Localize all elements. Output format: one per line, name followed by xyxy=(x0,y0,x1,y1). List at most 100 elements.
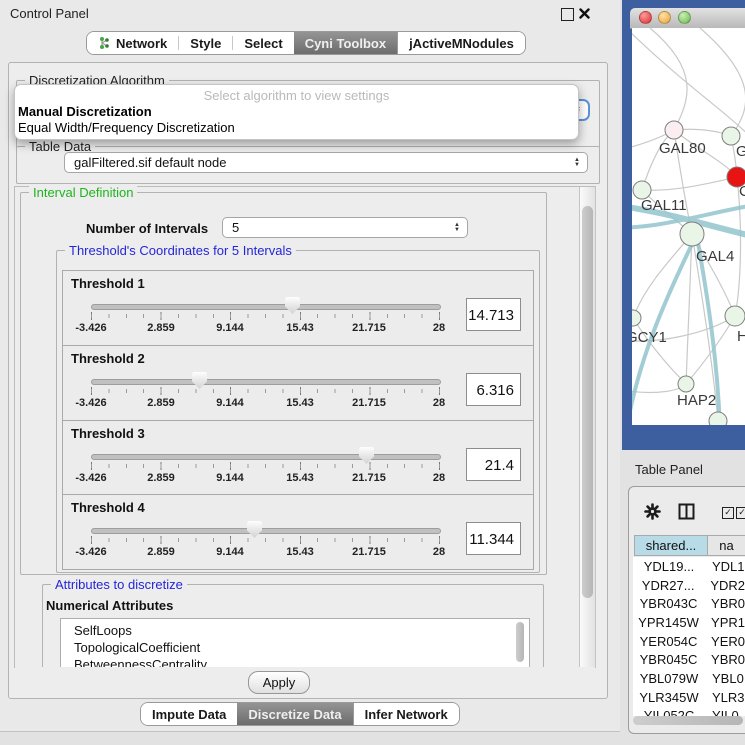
table-row[interactable]: YBR043CYBR0 xyxy=(633,594,745,613)
settings-scrollbar-thumb[interactable] xyxy=(582,206,593,598)
tab-style[interactable]: Style xyxy=(179,32,232,54)
threshold-2-value-field[interactable]: 6.316 xyxy=(466,373,521,406)
table-row[interactable]: YDR27...YDR2 xyxy=(633,576,745,595)
node-hap2[interactable] xyxy=(678,376,694,392)
tick-label: 2.859 xyxy=(147,472,175,484)
node-gal4[interactable] xyxy=(680,222,704,246)
threshold-2-slider-track[interactable] xyxy=(91,379,441,385)
threshold-panel-3: Threshold 3 -3.426 2.859 9.144 15.43 21.… xyxy=(62,420,534,496)
column-view-icon[interactable] xyxy=(678,503,695,520)
threshold-1-slider-track[interactable] xyxy=(91,304,441,310)
node-table[interactable]: YDL19...YDL1 YDR27...YDR2 YBR043CYBR0 YP… xyxy=(633,557,745,716)
window-title: Control Panel xyxy=(10,6,89,21)
cell: YPR1 xyxy=(704,615,745,630)
cell: YDL19... xyxy=(633,559,705,574)
threshold-4-value-field[interactable]: 11.344 xyxy=(466,522,521,555)
cell: YBR0 xyxy=(704,652,745,667)
tick-label: -3.426 xyxy=(75,322,106,334)
table-data-combo[interactable]: galFiltered.sif default node ▲▼ xyxy=(64,152,588,173)
tick-label: 15.43 xyxy=(286,546,314,558)
tab-jactivemnodules[interactable]: jActiveMNodules xyxy=(397,32,525,54)
threshold-1-value-field[interactable]: 14.713 xyxy=(466,298,521,331)
tick-label: 15.43 xyxy=(286,472,314,484)
tab-discretize-label: Discretize Data xyxy=(248,707,341,722)
threshold-3-label: Threshold 3 xyxy=(71,426,145,441)
table-row[interactable]: YBL079WYBL0 xyxy=(633,669,745,688)
column-header-shared-name[interactable]: shared... xyxy=(634,535,708,556)
cell: YLR3 xyxy=(705,690,745,705)
node-partial-bottom[interactable] xyxy=(709,412,727,425)
tab-jactive-label: jActiveMNodules xyxy=(409,36,514,51)
algorithm-dropdown-popup: Select algorithm to view settings Manual… xyxy=(14,84,579,140)
apply-button[interactable]: Apply xyxy=(248,671,310,694)
numerical-attributes-list[interactable]: SelfLoops TopologicalCoefficient Between… xyxy=(60,618,530,669)
tab-infer-network[interactable]: Infer Network xyxy=(353,703,459,725)
tick-label: 9.144 xyxy=(216,546,244,558)
node-h[interactable] xyxy=(725,306,745,326)
node-gal80[interactable] xyxy=(665,121,683,139)
bottom-tab-bar: Impute Data Discretize Data Infer Networ… xyxy=(140,702,460,726)
apply-button-label: Apply xyxy=(263,675,296,690)
tab-impute-data[interactable]: Impute Data xyxy=(141,703,237,725)
tab-network[interactable]: Network xyxy=(87,32,178,54)
table-row[interactable]: YBR045CYBR0 xyxy=(633,650,745,669)
slider-ticks xyxy=(91,314,441,318)
tick-label: -3.426 xyxy=(75,472,106,484)
algorithm-item-equal-width[interactable]: Equal Width/Frequency Discretization xyxy=(18,120,235,135)
attributes-group-label: Attributes to discretize xyxy=(51,577,187,592)
table-horizontal-scrollbar[interactable] xyxy=(633,716,743,725)
close-traffic-light-icon[interactable] xyxy=(639,11,652,24)
node-gcy1[interactable] xyxy=(632,310,641,326)
tick-label: 21.715 xyxy=(352,472,386,484)
tick-label: 2.859 xyxy=(147,546,175,558)
tab-discretize-data[interactable]: Discretize Data xyxy=(237,703,352,725)
table-row[interactable]: YDL19...YDL1 xyxy=(633,557,745,576)
threshold-panel-2: Threshold 2 -3.426 2.859 9.144 15.43 21.… xyxy=(62,345,534,421)
table-row[interactable]: YER054CYER0 xyxy=(633,632,745,651)
threshold-3-slider-track[interactable] xyxy=(91,454,441,460)
number-of-intervals-label: Number of Intervals xyxy=(86,221,208,236)
threshold-4-slider-track[interactable] xyxy=(91,528,441,534)
tab-cyni-toolbox[interactable]: Cyni Toolbox xyxy=(294,32,397,54)
table-row[interactable]: YIL052CYIL0 xyxy=(633,707,745,717)
cell: YER054C xyxy=(633,634,704,649)
tab-style-label: Style xyxy=(190,36,221,51)
tick-label: 21.715 xyxy=(352,546,386,558)
number-of-intervals-combo[interactable]: 5 ▲▼ xyxy=(222,217,468,238)
node-label: GAL11 xyxy=(641,197,687,214)
node-label: C xyxy=(739,183,745,200)
algorithm-prompt-item: Select algorithm to view settings xyxy=(15,88,578,103)
tab-network-label: Network xyxy=(116,36,167,51)
stepper-arrows-icon: ▲▼ xyxy=(454,223,460,233)
column-header-name[interactable]: na xyxy=(707,535,745,556)
zoom-traffic-light-icon[interactable] xyxy=(678,11,691,24)
float-window-icon[interactable] xyxy=(561,8,574,21)
tab-select[interactable]: Select xyxy=(233,32,293,54)
cell: YBR045C xyxy=(633,652,704,667)
tick-label: 21.715 xyxy=(352,397,386,409)
threshold-panel-1: Threshold 1 -3.426 2.859 9.144 15.43 21.… xyxy=(62,270,534,346)
attributes-list-scrollbar[interactable] xyxy=(516,622,524,662)
gear-icon[interactable] xyxy=(644,503,661,520)
node-label: GAL4 xyxy=(696,248,734,265)
tick-label: -3.426 xyxy=(75,397,106,409)
number-of-intervals-value: 5 xyxy=(232,220,239,235)
threshold-3-value-field[interactable]: 21.4 xyxy=(466,448,521,481)
minimize-traffic-light-icon[interactable] xyxy=(658,11,671,24)
interval-definition-group-label: Interval Definition xyxy=(29,185,137,200)
slider-ticks xyxy=(91,389,441,393)
cell: YIL052C xyxy=(633,708,705,716)
close-icon[interactable] xyxy=(579,8,590,19)
table-row[interactable]: YPR145WYPR1 xyxy=(633,613,745,632)
algorithm-item-manual[interactable]: Manual Discretization xyxy=(18,104,152,119)
list-item[interactable]: SelfLoops xyxy=(61,619,529,639)
network-canvas[interactable]: GAL80 GA C GAL11 GAL4 GCY1 H HAP2 xyxy=(632,28,745,425)
list-item[interactable]: TopologicalCoefficient xyxy=(61,639,529,656)
table-panel-title: Table Panel xyxy=(635,462,703,477)
node-label: H xyxy=(737,328,745,345)
network-window-titlebar[interactable] xyxy=(630,8,745,29)
tick-label: 2.859 xyxy=(147,397,175,409)
table-row[interactable]: YLR345WYLR3 xyxy=(633,688,745,707)
checkbox-icon[interactable]: ✓ xyxy=(722,507,734,519)
checkbox-icon[interactable]: ✓ xyxy=(736,507,745,519)
